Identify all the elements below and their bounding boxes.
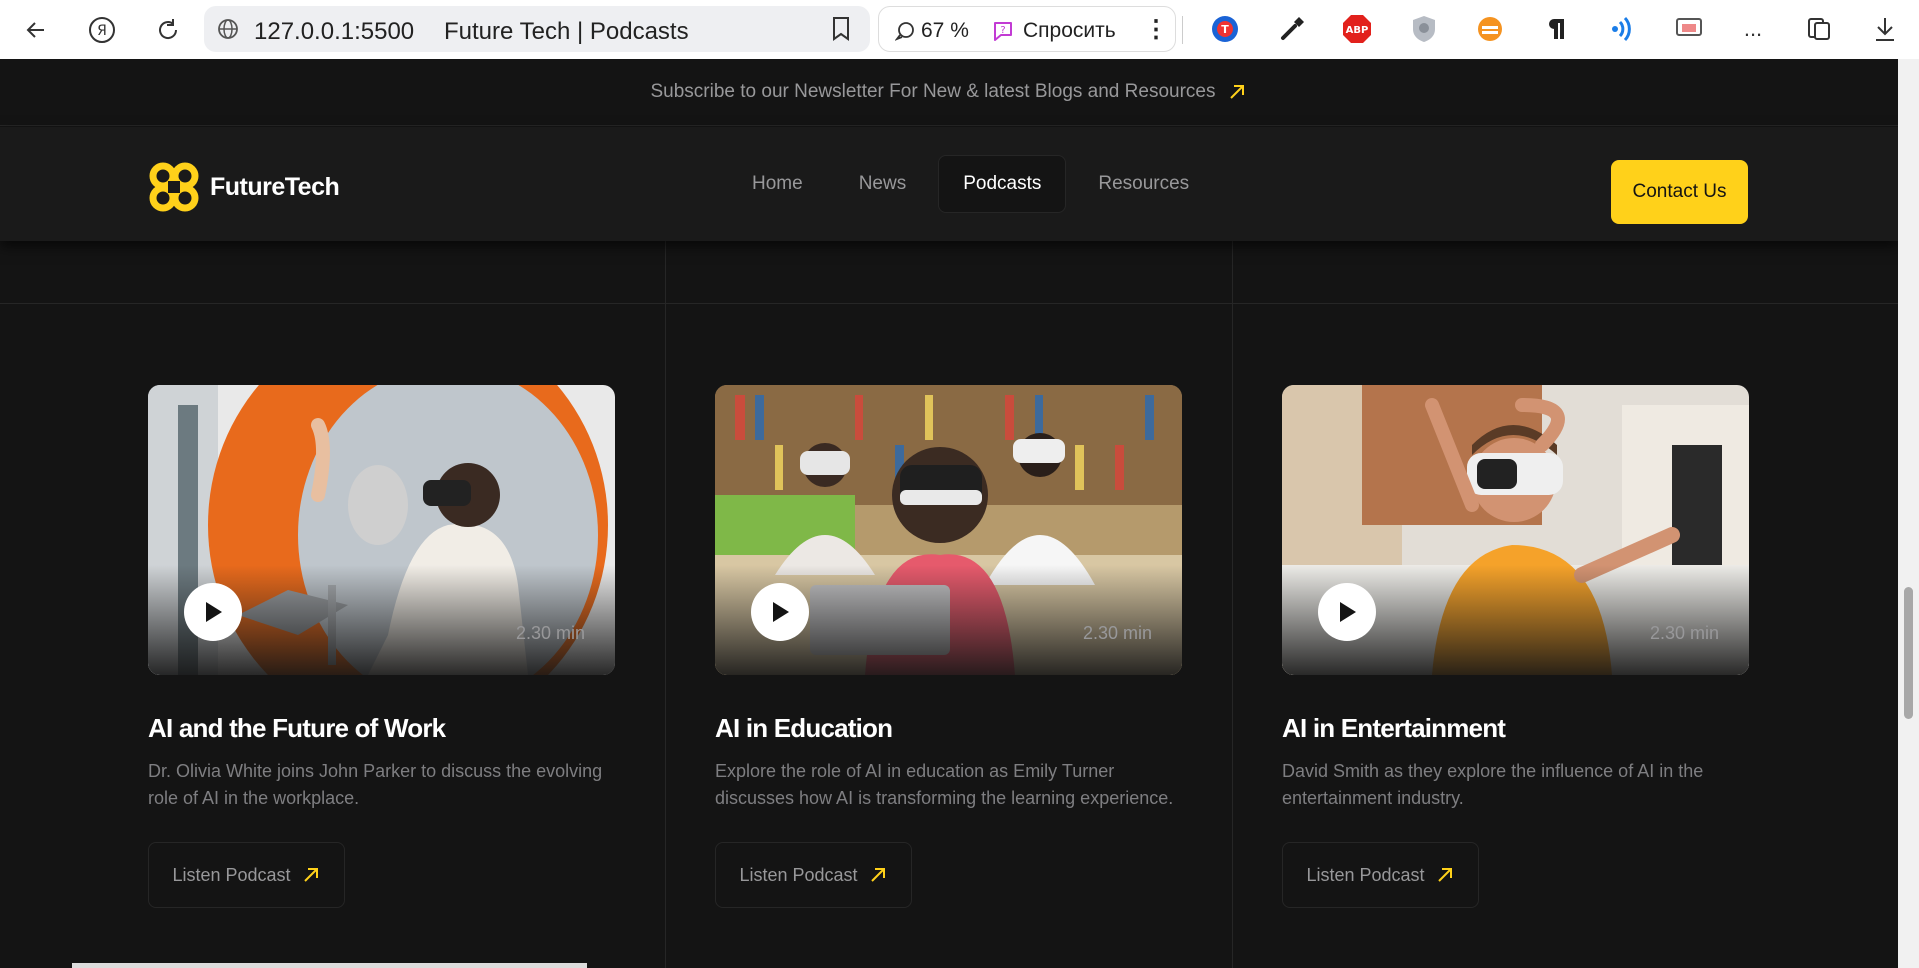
listen-podcast-button[interactable]: Listen Podcast [715, 842, 912, 908]
podcast-thumbnail[interactable]: 2.30 min [148, 385, 615, 675]
podcast-card: 2.30 min AI and the Future of Work Dr. O… [148, 385, 615, 908]
svg-text:?: ? [1000, 25, 1005, 36]
svg-text:T: T [1221, 23, 1229, 36]
reload-button[interactable] [148, 10, 188, 50]
adblock-extension-icon[interactable]: ABP [1341, 13, 1373, 45]
listen-podcast-button[interactable]: Listen Podcast [1282, 842, 1479, 908]
address-bar[interactable]: 127.0.0.1:5500 Future Tech | Podcasts [204, 6, 870, 52]
page-title-text: Future Tech | Podcasts [444, 18, 689, 45]
main-navbar: FutureTech Home News Podcasts Resources … [0, 127, 1898, 241]
translate-extension-icon[interactable]: T [1209, 13, 1241, 45]
podcast-description: Explore the role of AI in education as E… [715, 761, 1174, 808]
podcast-duration: 2.30 min [1082, 623, 1152, 643]
play-icon [1340, 602, 1356, 622]
alice-icon: ? [994, 22, 1012, 41]
page-viewport: Subscribe to our Newsletter For New & la… [0, 59, 1898, 968]
arrow-left-icon [26, 22, 44, 38]
globe-icon [218, 19, 238, 39]
nav-podcasts[interactable]: Podcasts [938, 155, 1067, 213]
reload-icon [159, 19, 178, 39]
zoom-level: 67 % [921, 19, 969, 42]
arrow-up-right-icon [870, 868, 885, 882]
brand-logo[interactable]: FutureTech [148, 161, 340, 213]
browser-toolbar: Я 127.0.0.1:5500 Future Tech | Podcasts … [0, 0, 1919, 59]
back-button[interactable] [16, 10, 56, 50]
yandex-button[interactable]: Я [82, 10, 122, 50]
play-button[interactable] [751, 583, 809, 641]
play-icon [206, 602, 222, 622]
pilcrow-extension-icon[interactable] [1541, 13, 1573, 45]
assistant-pill: 67 % ? Спросить ⋮ [878, 6, 1176, 52]
podcast-duration: 2.30 min [1649, 623, 1719, 643]
podcast-description: Dr. Olivia White joins John Parker to di… [148, 761, 603, 808]
scrollbar-thumb[interactable] [1904, 587, 1913, 719]
vertical-scrollbar[interactable] [1898, 59, 1919, 968]
arrow-up-right-icon [303, 868, 318, 882]
listen-label: Listen Podcast [1306, 864, 1425, 885]
podcast-title: AI in Entertainment [1282, 713, 1506, 743]
listen-podcast-button[interactable]: Listen Podcast [148, 842, 345, 908]
collections-icon[interactable] [1803, 13, 1835, 45]
podcast-card: 2.30 min AI in Entertainment David Smith… [1282, 385, 1749, 908]
contact-us-button[interactable]: Contact Us [1611, 160, 1748, 224]
podcast-card: 2.30 min AI in Education Explore the rol… [715, 385, 1182, 908]
podcast-thumbnail[interactable]: 2.30 min [1282, 385, 1749, 675]
nav-news[interactable]: News [835, 155, 931, 213]
more-extensions-button[interactable]: ... [1737, 13, 1769, 45]
ask-button[interactable]: ? Спросить [991, 19, 1116, 43]
play-icon [773, 602, 789, 622]
column-divider [665, 241, 666, 968]
nav-resources[interactable]: Resources [1074, 155, 1213, 213]
bookmark-icon[interactable] [830, 16, 852, 42]
url-text[interactable]: 127.0.0.1:5500 [254, 18, 414, 46]
wireless-extension-icon[interactable] [1607, 13, 1639, 45]
podcast-thumbnail[interactable]: 2.30 min [715, 385, 1182, 675]
menu-kebab-icon[interactable]: ⋮ [1144, 15, 1168, 44]
play-button[interactable] [184, 583, 242, 641]
podcast-title: AI in Education [715, 713, 893, 743]
chat-bubble-icon [895, 22, 914, 41]
cast-extension-icon[interactable] [1673, 13, 1705, 45]
ask-label: Спросить [1023, 19, 1116, 42]
sun-extension-icon[interactable] [1474, 13, 1506, 45]
brand-name: FutureTech [210, 172, 340, 201]
play-button[interactable] [1318, 583, 1376, 641]
newsletter-text[interactable]: Subscribe to our Newsletter For New & la… [651, 81, 1216, 103]
podcast-duration: 2.30 min [515, 623, 585, 643]
yandex-icon: Я [89, 17, 115, 43]
eyedropper-extension-icon[interactable] [1276, 13, 1308, 45]
column-divider [1232, 241, 1233, 968]
svg-text:ABP: ABP [1346, 25, 1369, 36]
nav-home[interactable]: Home [728, 155, 827, 213]
shield-extension-icon[interactable] [1408, 13, 1440, 45]
toolbar-divider [1182, 16, 1183, 44]
nav-links: Home News Podcasts Resources [728, 155, 1213, 213]
podcast-description: David Smith as they explore the influenc… [1282, 761, 1704, 808]
listen-label: Listen Podcast [739, 864, 858, 885]
futuretech-logo-icon [149, 162, 199, 212]
arrow-up-right-icon [1437, 868, 1452, 882]
svg-text:Я: Я [97, 23, 107, 39]
podcast-title: AI and the Future of Work [148, 713, 446, 743]
newsletter-bar[interactable]: Subscribe to our Newsletter For New & la… [0, 59, 1898, 126]
section-divider [0, 303, 1898, 304]
horizontal-scrollbar[interactable] [72, 963, 587, 968]
zoom-indicator[interactable]: 67 % [895, 19, 969, 43]
arrow-up-right-icon [1230, 85, 1245, 99]
listen-label: Listen Podcast [172, 864, 291, 885]
download-icon[interactable] [1869, 13, 1901, 45]
